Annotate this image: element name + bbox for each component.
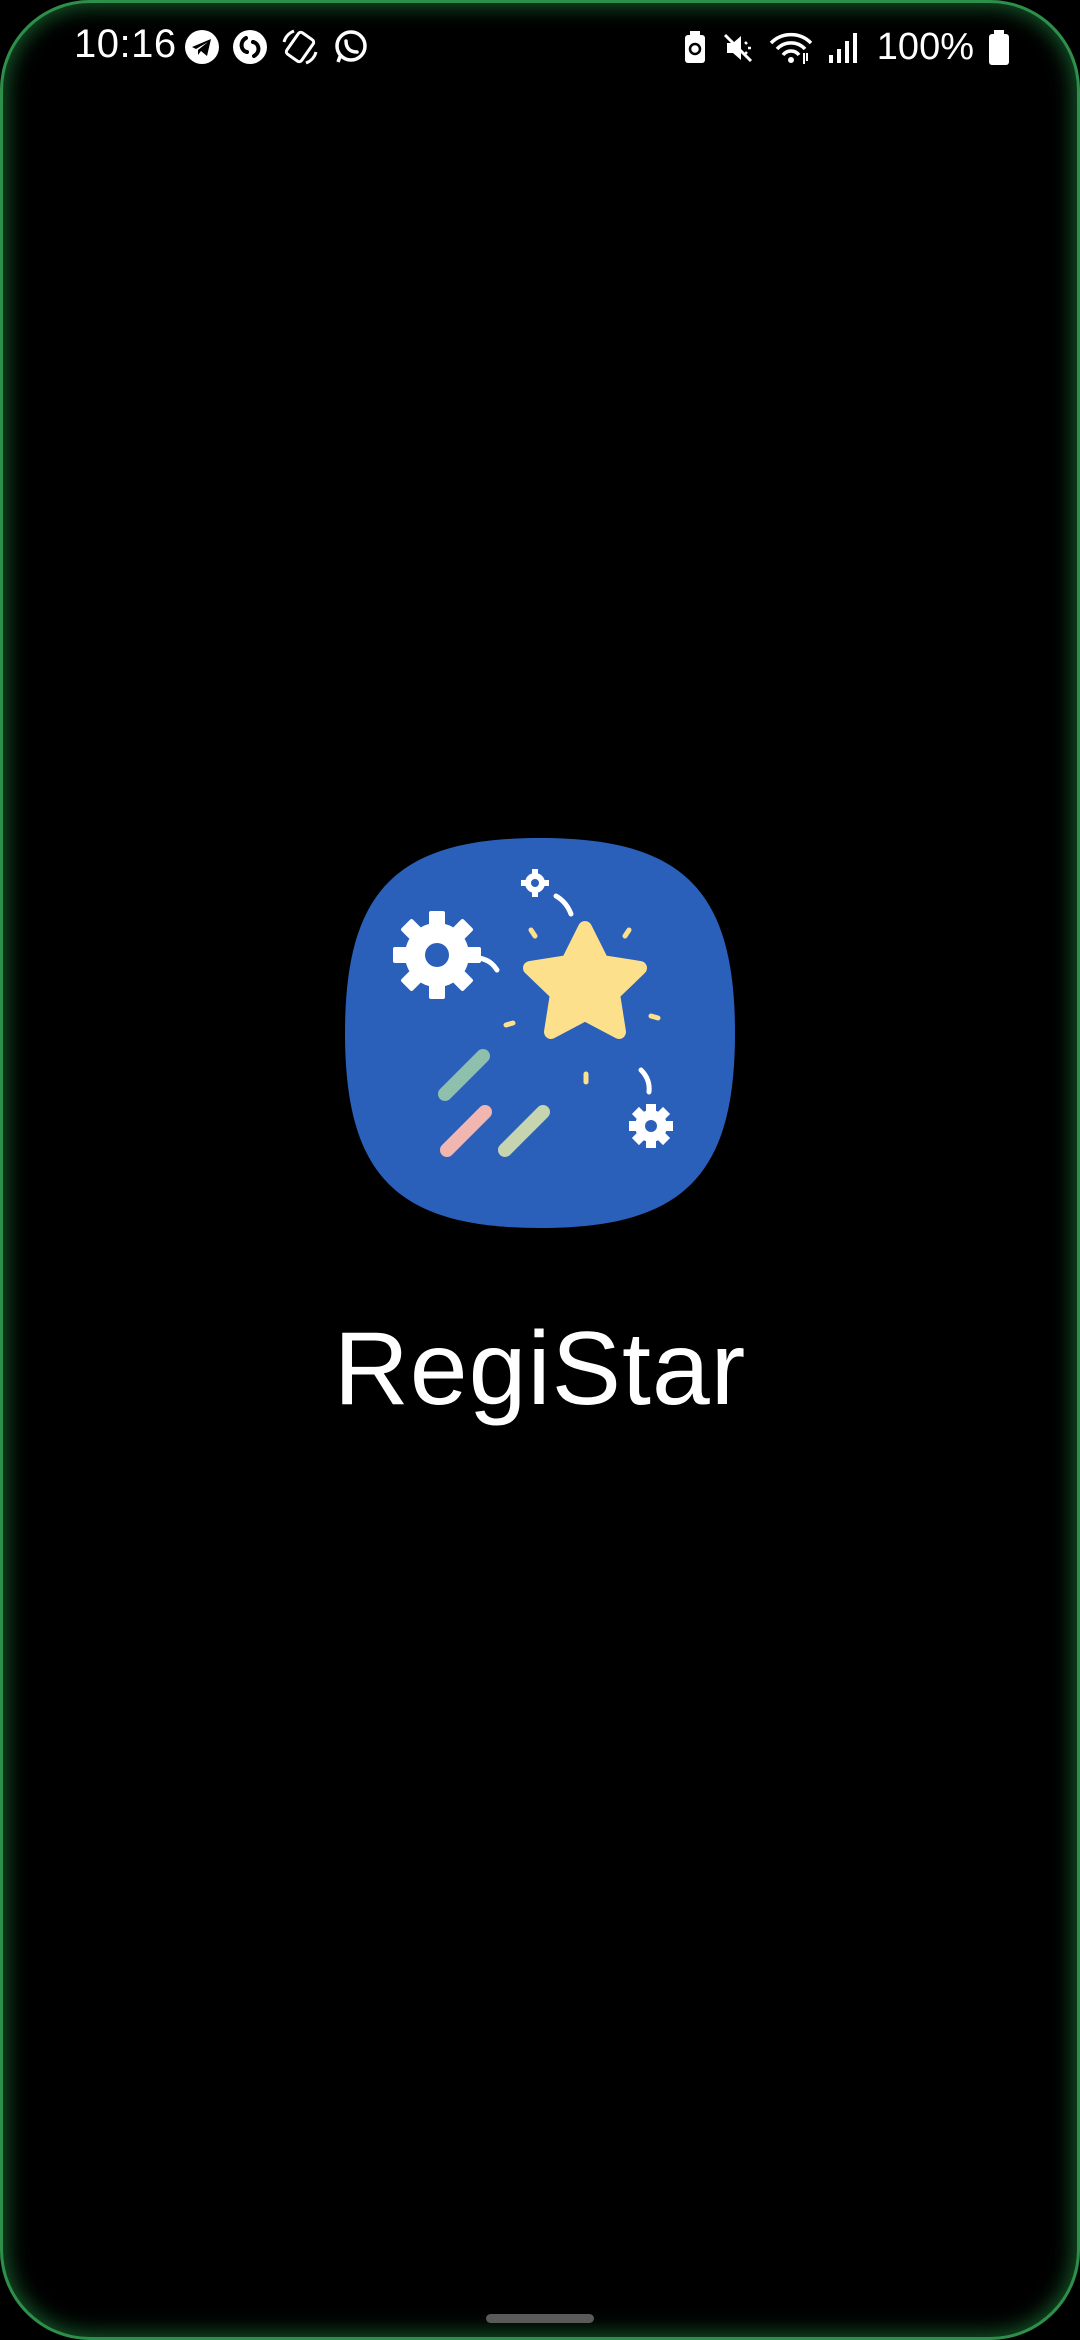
whatsapp-icon bbox=[335, 30, 367, 63]
status-bar: 10:16 100% bbox=[0, 0, 1080, 96]
system-icons: 100% bbox=[683, 26, 1010, 69]
screen: 10:16 100% RegiStar bbox=[0, 0, 1080, 2340]
battery-percent: 100% bbox=[876, 26, 974, 68]
signal-icon bbox=[828, 32, 857, 63]
home-gesture-bar[interactable] bbox=[486, 2314, 594, 2323]
app-logo-icon bbox=[345, 838, 735, 1228]
gear-icon bbox=[393, 911, 481, 999]
battery-saver-icon bbox=[684, 30, 705, 63]
telegram-icon bbox=[185, 30, 219, 64]
small-gear-icon-2 bbox=[629, 1104, 673, 1148]
shazam-icon bbox=[233, 30, 267, 64]
app-name: RegiStar bbox=[333, 1311, 747, 1427]
battery-icon bbox=[989, 29, 1009, 65]
mute-icon bbox=[723, 33, 752, 62]
notification-icons bbox=[184, 28, 370, 66]
status-time: 10:16 bbox=[74, 22, 177, 66]
phone-rotate-icon bbox=[282, 29, 318, 65]
wifi-icon bbox=[769, 32, 813, 64]
